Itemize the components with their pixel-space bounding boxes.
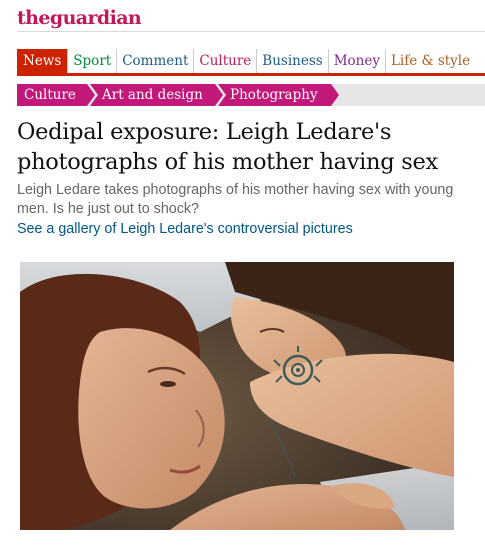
nav-underline xyxy=(17,73,485,76)
gallery-link[interactable]: See a gallery of Leigh Ledare's controve… xyxy=(17,220,353,239)
nav-life-and-style[interactable]: Life & style xyxy=(384,49,475,73)
breadcrumb-photography[interactable]: Photography xyxy=(218,84,339,106)
breadcrumb-art-and-design[interactable]: Art and design xyxy=(90,84,223,106)
logo-prefix: the xyxy=(17,7,50,29)
breadcrumb-culture[interactable]: Culture xyxy=(17,84,95,106)
nav-news[interactable]: News xyxy=(17,49,68,73)
nav-business[interactable]: Business xyxy=(256,49,327,73)
article-headline: Oedipal exposure: Leigh Ledare's photogr… xyxy=(17,119,438,175)
logo-name: guardian xyxy=(49,7,142,29)
nav-culture[interactable]: Culture xyxy=(193,49,256,73)
section-nav: News Sport Comment Culture Business Mone… xyxy=(17,49,475,73)
article-photo-image xyxy=(20,262,454,530)
breadcrumb: Culture Art and design Photography xyxy=(17,84,485,106)
breadcrumb-label-photography: Photography xyxy=(230,87,318,103)
nav-comment[interactable]: Comment xyxy=(116,49,193,73)
nav-sport[interactable]: Sport xyxy=(67,49,116,73)
nav-money[interactable]: Money xyxy=(327,49,385,73)
guardian-logo[interactable]: theguardian xyxy=(17,6,142,30)
breadcrumb-label-culture: Culture xyxy=(24,87,76,103)
header-divider xyxy=(17,31,485,32)
article-photo[interactable] xyxy=(20,262,454,530)
article-standfirst: Leigh Ledare takes photographs of his mo… xyxy=(17,182,454,217)
breadcrumb-label-art-and-design: Art and design xyxy=(102,87,203,103)
